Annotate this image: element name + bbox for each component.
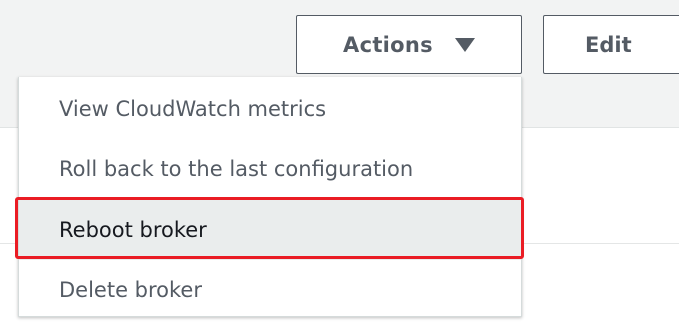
menu-item-label: Reboot broker [59, 218, 207, 242]
menu-item-roll-back-configuration[interactable]: Roll back to the last configuration [19, 139, 521, 199]
menu-item-reboot-broker[interactable]: Reboot broker [19, 200, 521, 260]
caret-down-icon [454, 37, 475, 52]
actions-button[interactable]: Actions [296, 15, 522, 74]
actions-button-label: Actions [343, 32, 433, 57]
menu-item-view-cloudwatch-metrics[interactable]: View CloudWatch metrics [19, 79, 521, 139]
menu-item-delete-broker[interactable]: Delete broker [19, 260, 521, 320]
edit-button[interactable]: Edit [543, 15, 679, 74]
menu-item-label: Roll back to the last configuration [59, 157, 414, 181]
menu-item-label: Delete broker [59, 278, 202, 302]
edit-button-label: Edit [585, 32, 632, 57]
actions-dropdown-menu: View CloudWatch metrics Roll back to the… [18, 77, 522, 317]
menu-item-label: View CloudWatch metrics [59, 97, 327, 121]
